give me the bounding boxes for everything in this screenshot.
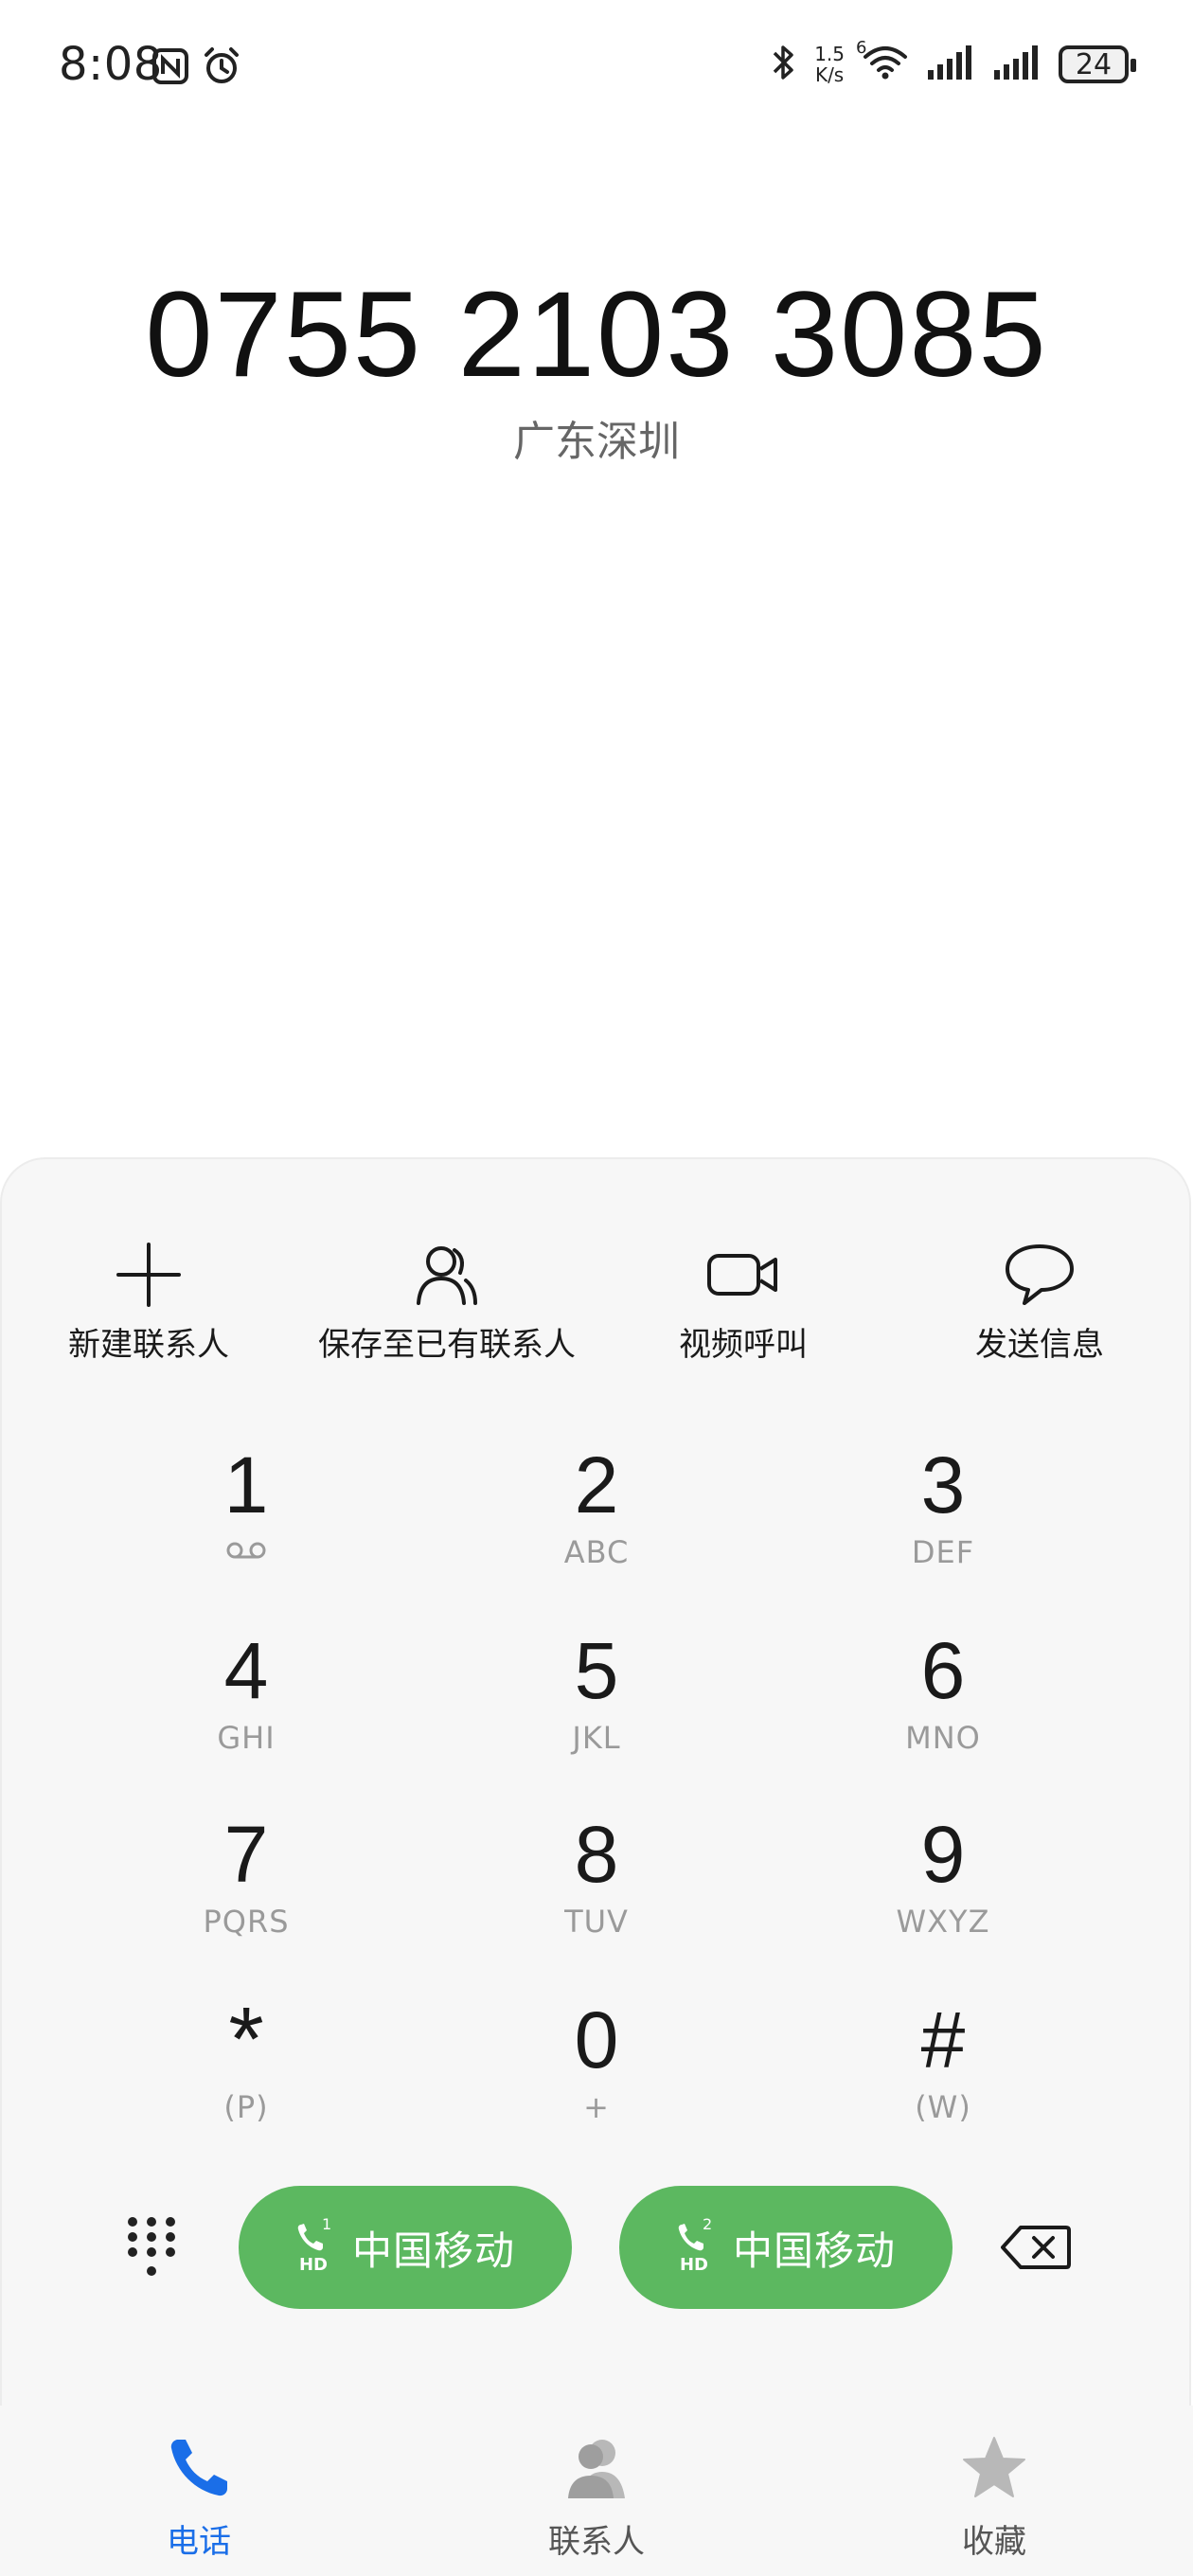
bottom-nav: 电话 联系人 收藏	[0, 2406, 1193, 2576]
key-letters: DEF	[911, 1534, 975, 1570]
status-left-icons	[151, 45, 242, 91]
key-6[interactable]: 6 MNO	[801, 1625, 1085, 1786]
save-to-existing-contact-button[interactable]: 保存至已有联系人	[295, 1241, 598, 1365]
hd-label: HD	[679, 2255, 708, 2275]
key-0[interactable]: 0 +	[454, 1995, 739, 2156]
key-digit: 8	[574, 1810, 619, 1899]
key-2[interactable]: 2 ABC	[454, 1440, 739, 1601]
carrier-sim2-label: 中国移动	[732, 2227, 896, 2274]
key-9[interactable]: 9 WXYZ	[801, 1809, 1085, 1970]
key-3[interactable]: 3 DEF	[801, 1440, 1085, 1601]
key-letters: +	[583, 2089, 610, 2125]
call-sim1-button[interactable]: 1 HD 中国移动	[239, 2186, 572, 2309]
call-row: 1 HD 中国移动 2 HD 中国移动	[0, 2186, 1193, 2309]
key-star[interactable]: * (P)	[104, 1995, 388, 2156]
alarm-icon	[201, 45, 242, 91]
key-digit: 2	[574, 1440, 619, 1530]
signal-sim1-icon	[926, 44, 975, 85]
send-message-button[interactable]: 发送信息	[888, 1241, 1191, 1365]
wifi-6-label: 6	[856, 38, 867, 58]
network-speed: 1.5 K/s	[814, 44, 845, 85]
video-call-label: 视频呼叫	[679, 1326, 808, 1364]
key-1[interactable]: 1	[104, 1440, 388, 1601]
key-letters: JKL	[572, 1720, 621, 1756]
carrier-sim1-label: 中国移动	[351, 2227, 515, 2274]
key-letters: PQRS	[203, 1904, 290, 1940]
speed-value: 1.5	[814, 43, 845, 65]
dialpad-toggle-icon[interactable]	[125, 2214, 178, 2290]
person-icon	[562, 2434, 631, 2506]
nfc-icon	[151, 47, 189, 89]
key-letters: (P)	[223, 2089, 269, 2125]
dialed-number[interactable]: 0755 2103 3085	[0, 265, 1193, 404]
key-letters: GHI	[217, 1720, 276, 1756]
key-digit: *	[228, 1989, 264, 2090]
signal-sim2-icon	[992, 44, 1042, 85]
hd-call-sim2-icon: 2 HD	[676, 2215, 714, 2276]
key-digit: 6	[920, 1626, 966, 1715]
key-digit: 5	[574, 1626, 619, 1715]
tab-favorites[interactable]: 收藏	[881, 2434, 1108, 2562]
tab-favorites-label: 收藏	[962, 2523, 1026, 2561]
key-digit: 9	[920, 1810, 966, 1899]
key-digit: 7	[223, 1810, 269, 1899]
new-contact-label: 新建联系人	[68, 1326, 229, 1364]
key-4[interactable]: 4 GHI	[104, 1625, 388, 1786]
key-letters: (W)	[915, 2089, 971, 2125]
tab-phone-label: 电话	[167, 2523, 231, 2561]
video-call-icon	[705, 1241, 781, 1309]
key-digit: #	[920, 1995, 966, 2084]
phone-icon	[165, 2434, 233, 2506]
hd-label: HD	[298, 2255, 328, 2275]
plus-icon	[115, 1241, 183, 1309]
key-digit: 1	[223, 1440, 269, 1530]
key-letters: TUV	[564, 1904, 629, 1940]
number-location: 广东深圳	[513, 418, 680, 466]
key-letters: MNO	[905, 1720, 981, 1756]
message-icon	[1004, 1241, 1076, 1309]
new-contact-button[interactable]: 新建联系人	[0, 1241, 300, 1365]
status-bar: 8:08 1.5 K/s 6 24	[0, 0, 1193, 137]
tab-contacts-label: 联系人	[548, 2523, 645, 2561]
key-letters: ABC	[563, 1534, 630, 1570]
tab-phone[interactable]: 电话	[85, 2434, 312, 2562]
video-call-button[interactable]: 视频呼叫	[592, 1241, 895, 1365]
save-to-existing-label: 保存至已有联系人	[318, 1326, 576, 1364]
dialer-screen: 8:08 1.5 K/s 6 24 0755 2103 3085 广东深圳 新建…	[0, 0, 1193, 2576]
key-8[interactable]: 8 TUV	[454, 1809, 739, 1970]
key-digit: 0	[574, 1995, 619, 2084]
sim2-number: 2	[702, 2215, 713, 2233]
key-letters: WXYZ	[896, 1904, 990, 1940]
star-icon	[960, 2434, 1028, 2506]
sim1-number: 1	[321, 2215, 332, 2233]
key-5[interactable]: 5 JKL	[454, 1625, 739, 1786]
actions-row: 新建联系人 保存至已有联系人 视频呼叫 发送信息	[0, 1241, 1193, 1383]
call-sim2-button[interactable]: 2 HD 中国移动	[619, 2186, 953, 2309]
key-7[interactable]: 7 PQRS	[104, 1809, 388, 1970]
key-digit: 3	[920, 1440, 966, 1530]
battery-indicator: 24	[1059, 45, 1136, 83]
hd-call-sim1-icon: 1 HD	[295, 2215, 333, 2276]
wifi-icon: 6	[856, 38, 909, 85]
contact-icon	[413, 1241, 481, 1309]
status-right-icons: 1.5 K/s 6 24	[771, 38, 1136, 87]
status-time: 8:08	[59, 38, 163, 91]
key-hash[interactable]: # (W)	[801, 1995, 1085, 2156]
key-digit: 4	[223, 1626, 269, 1715]
backspace-icon[interactable]	[1000, 2224, 1072, 2275]
bluetooth-icon	[771, 42, 797, 87]
send-message-label: 发送信息	[975, 1326, 1104, 1364]
tab-contacts[interactable]: 联系人	[483, 2434, 710, 2562]
speed-unit: K/s	[814, 63, 845, 86]
voicemail-icon	[225, 1540, 267, 1565]
